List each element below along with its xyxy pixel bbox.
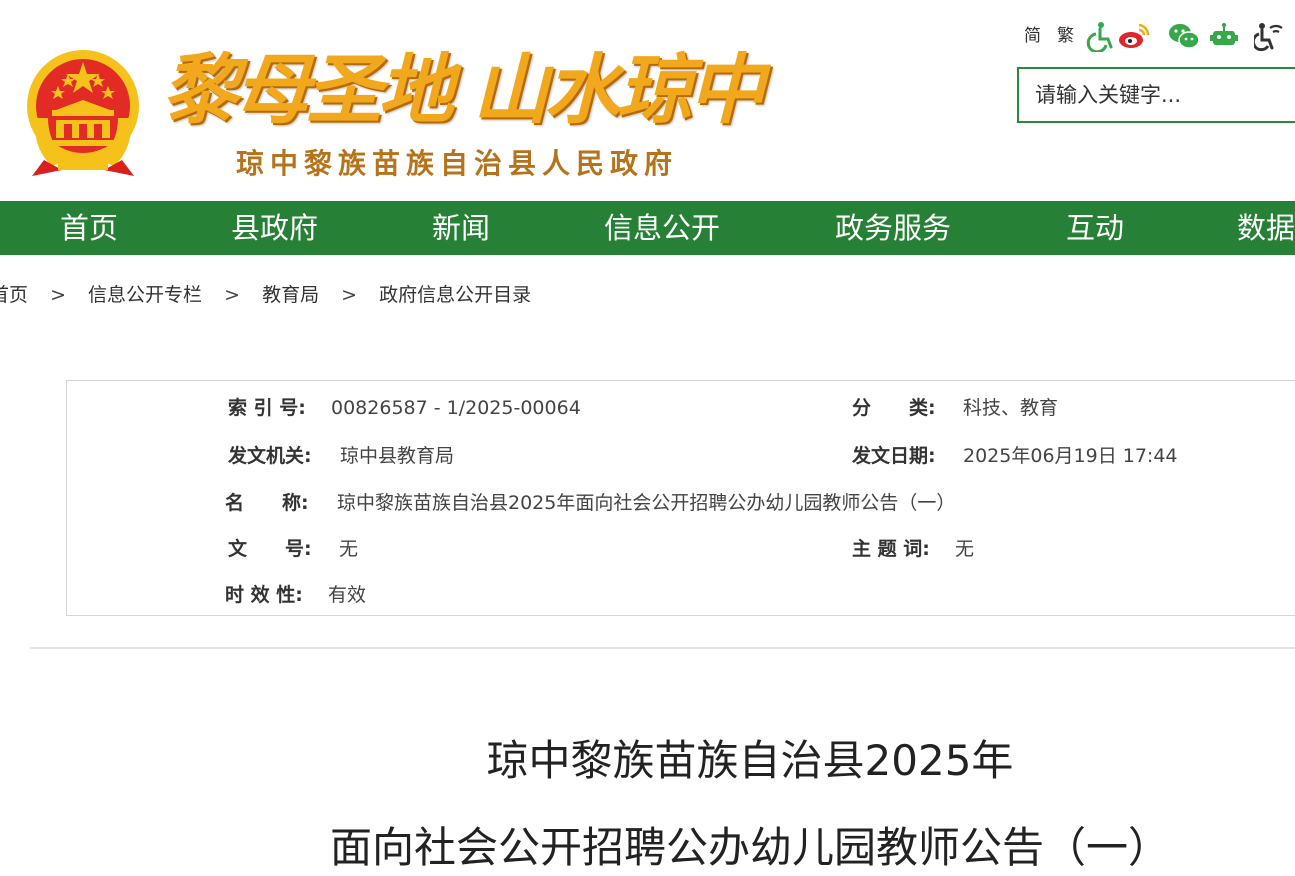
simplified-chinese-link[interactable]: 简: [1024, 26, 1041, 46]
nav-item-interaction[interactable]: 互动: [1066, 201, 1124, 255]
nav-item-home[interactable]: 首页: [60, 201, 118, 255]
issue-date-value: 2025年06月19日 17:44: [963, 445, 1178, 467]
issuer-value: 琼中县教育局: [340, 445, 455, 467]
validity-label: 时 效 性:: [225, 584, 303, 606]
search-box: [1017, 67, 1295, 123]
document-number-label: 文 号:: [228, 538, 312, 560]
traditional-chinese-link[interactable]: 繁: [1057, 26, 1074, 46]
article-title-line-1: 琼中黎族苗族自治县2025年: [486, 736, 1014, 785]
search-input[interactable]: [1019, 69, 1295, 121]
nav-item-news[interactable]: 新闻: [432, 201, 490, 255]
issue-date-label: 发文日期:: [852, 445, 936, 467]
breadcrumb: 首页 > 信息公开专栏 > 教育局 > 政府信息公开目录: [0, 280, 531, 310]
article-title-line-2: 面向社会公开招聘公办幼儿园教师公告（一）: [329, 823, 1170, 872]
index-number-value: 00826587 - 1/2025-00064: [331, 397, 581, 419]
nav-item-county-government[interactable]: 县政府: [231, 201, 318, 255]
category-label: 分 类:: [852, 397, 936, 419]
breadcrumb-education-bureau[interactable]: 教育局: [262, 284, 319, 306]
subject-terms-label: 主 题 词:: [852, 538, 930, 560]
national-emblem-icon: [27, 50, 139, 176]
issuer-label: 发文机关:: [228, 445, 312, 467]
wechat-icon[interactable]: [1168, 20, 1200, 52]
validity-value: 有效: [328, 584, 367, 606]
main-nav: 首页 县政府 新闻 信息公开 政务服务 互动 数据: [0, 201, 1295, 255]
site-subtitle: 琼中黎族苗族自治县人民政府: [236, 147, 679, 180]
accessibility-icon[interactable]: [1082, 20, 1114, 52]
site-header: 黎母圣地 山水琼中 琼中黎族苗族自治县人民政府 简 繁: [0, 0, 1295, 200]
content-divider: [30, 647, 1295, 649]
breadcrumb-separator: >: [224, 284, 241, 306]
breadcrumb-home[interactable]: 首页: [0, 284, 28, 306]
document-name-label: 名 称:: [225, 492, 309, 514]
document-name-value: 琼中黎族苗族自治县2025年面向社会公开招聘公办幼儿园教师公告（一）: [337, 492, 956, 514]
index-number-label: 索 引 号:: [228, 397, 306, 419]
breadcrumb-disclosure-catalog[interactable]: 政府信息公开目录: [379, 284, 531, 306]
document-info-table: 索 引 号: 00826587 - 1/2025-00064 分 类: 科技、教…: [66, 380, 1295, 616]
document-number-value: 无: [339, 538, 359, 560]
top-toolbar: 简 繁: [1022, 18, 1295, 54]
elder-mode-icon[interactable]: [1254, 20, 1286, 52]
nav-item-information-disclosure[interactable]: 信息公开: [604, 201, 720, 255]
subject-terms-value: 无: [955, 538, 975, 560]
category-value: 科技、教育: [963, 397, 1059, 419]
site-slogan: 黎母圣地 山水琼中: [162, 45, 764, 134]
breadcrumb-separator: >: [341, 284, 358, 306]
robot-icon[interactable]: [1208, 20, 1240, 52]
breadcrumb-separator: >: [50, 284, 66, 306]
nav-item-government-services[interactable]: 政务服务: [835, 201, 951, 255]
weibo-icon[interactable]: [1118, 20, 1150, 52]
breadcrumb-info-column[interactable]: 信息公开专栏: [88, 284, 202, 306]
nav-item-data[interactable]: 数据: [1237, 201, 1295, 255]
